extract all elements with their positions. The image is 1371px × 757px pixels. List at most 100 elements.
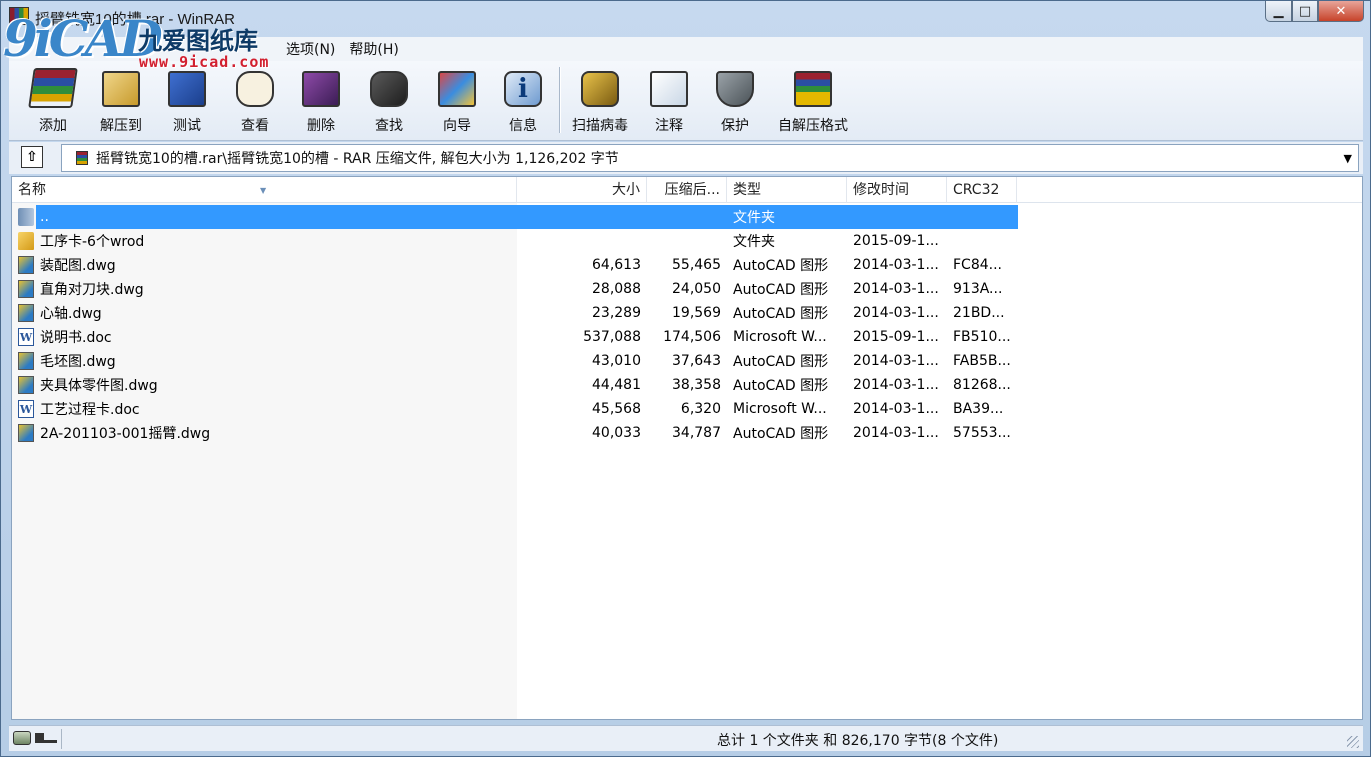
dwg-file-icon: [18, 424, 34, 442]
protect-button[interactable]: 保护: [707, 65, 763, 137]
file-size: 44,481: [592, 377, 641, 393]
file-crc: FC84...: [953, 257, 1002, 273]
file-packed: 24,050: [672, 281, 721, 297]
file-type: AutoCAD 图形: [733, 426, 829, 442]
add-button[interactable]: 添加: [23, 65, 83, 137]
table-row[interactable]: W 工艺过程卡.doc 45,568 6,320 Microsoft W... …: [12, 397, 1362, 421]
comment-button[interactable]: 注释: [641, 65, 697, 137]
delete-button[interactable]: 删除: [293, 65, 349, 137]
find-label: 查找: [375, 118, 403, 134]
view-button[interactable]: 查看: [227, 65, 283, 137]
file-modified: 2014-03-1...: [853, 353, 939, 369]
file-type: AutoCAD 图形: [733, 378, 829, 394]
status-summary: 总计 1 个文件夹 和 826,170 字节(8 个文件): [717, 733, 999, 749]
file-type: AutoCAD 图形: [733, 306, 829, 322]
file-name: 直角对刀块.dwg: [40, 282, 144, 298]
chevron-down-icon[interactable]: ▼: [1344, 152, 1352, 165]
table-row[interactable]: W 说明书.doc 537,088 174,506 Microsoft W...…: [12, 325, 1362, 349]
comment-label: 注释: [655, 118, 683, 134]
test-button[interactable]: 测试: [159, 65, 215, 137]
file-name: 工艺过程卡.doc: [40, 402, 140, 418]
file-modified: 2014-03-1...: [853, 281, 939, 297]
close-icon: ✕: [1335, 3, 1347, 19]
wizard-label: 向导: [443, 118, 471, 134]
virus-scan-icon: [575, 65, 625, 111]
file-crc: 913A...: [953, 281, 1003, 297]
table-row[interactable]: 夹具体零件图.dwg 44,481 38,358 AutoCAD 图形 2014…: [12, 373, 1362, 397]
file-name-cell: 毛坯图.dwg: [12, 351, 517, 371]
file-modified: 2014-03-1...: [853, 425, 939, 441]
file-modified: 2014-03-1...: [853, 377, 939, 393]
file-modified: 2014-03-1...: [853, 257, 939, 273]
dwg-file-icon: [18, 256, 34, 274]
sfx-label: 自解压格式: [778, 118, 848, 134]
delete-icon: [296, 65, 346, 111]
table-row[interactable]: 直角对刀块.dwg 28,088 24,050 AutoCAD 图形 2014-…: [12, 277, 1362, 301]
binoculars-icon: [364, 65, 414, 111]
sfx-button[interactable]: 自解压格式: [773, 65, 853, 137]
up-arrow-icon: ⇧: [26, 149, 38, 165]
table-row[interactable]: 工序卡-6个wrod 文件夹 2015-09-1...: [12, 229, 1362, 253]
info-button[interactable]: i 信息: [495, 65, 551, 137]
info-label: 信息: [509, 118, 537, 134]
file-name: 装配图.dwg: [40, 258, 116, 274]
comment-icon: [644, 65, 694, 111]
winrar-window: 摇臂铣宽10的槽.rar - WinRAR ▁ □ ✕ 9iCAD 九爱图纸库 …: [0, 0, 1371, 757]
watermark-url: www.9icad.com: [139, 53, 270, 71]
table-row[interactable]: .. 文件夹: [12, 205, 1362, 229]
word-file-icon: W: [18, 328, 34, 346]
address-field[interactable]: 摇臂铣宽10的槽.rar\摇臂铣宽10的槽 - RAR 压缩文件, 解包大小为 …: [61, 144, 1359, 172]
table-row[interactable]: 2A-201103-001摇臂.dwg 40,033 34,787 AutoCA…: [12, 421, 1362, 445]
file-crc: BA39...: [953, 401, 1004, 417]
resize-grip-icon[interactable]: [1347, 736, 1359, 748]
table-row[interactable]: 毛坯图.dwg 43,010 37,643 AutoCAD 图形 2014-03…: [12, 349, 1362, 373]
header-crc[interactable]: CRC32: [947, 177, 1017, 203]
up-one-level-button[interactable]: ⇧: [21, 146, 43, 168]
header-name[interactable]: 名称 ▼: [12, 177, 517, 203]
file-list[interactable]: 名称 ▼ 大小 压缩后... 类型 修改时间 CRC32 .. 文件夹 工序卡-…: [11, 176, 1363, 720]
file-packed: 19,569: [672, 305, 721, 321]
file-name-cell: W 说明书.doc: [12, 327, 517, 347]
wizard-icon: [432, 65, 482, 111]
dwg-file-icon: [18, 352, 34, 370]
table-row[interactable]: 装配图.dwg 64,613 55,465 AutoCAD 图形 2014-03…: [12, 253, 1362, 277]
watermark-mark: 9iCAD: [3, 9, 163, 68]
header-packed[interactable]: 压缩后...: [647, 177, 727, 203]
maximize-icon: □: [1298, 3, 1312, 19]
file-name-cell: 装配图.dwg: [12, 255, 517, 275]
scan-virus-button[interactable]: 扫描病毒: [567, 65, 633, 137]
header-size[interactable]: 大小: [517, 177, 647, 203]
file-type: AutoCAD 图形: [733, 258, 829, 274]
shield-icon: [710, 65, 760, 111]
file-crc: FB510...: [953, 329, 1011, 345]
info-icon: i: [498, 65, 548, 111]
header-type[interactable]: 类型: [727, 177, 847, 203]
file-size: 40,033: [592, 425, 641, 441]
rar-archive-icon: [76, 151, 88, 165]
status-icons: [13, 731, 57, 745]
menu-help[interactable]: 帮助(H): [342, 39, 405, 59]
test-label: 测试: [173, 118, 201, 134]
file-size: 537,088: [583, 329, 641, 345]
up-folder-icon: [18, 208, 34, 226]
table-row[interactable]: 心轴.dwg 23,289 19,569 AutoCAD 图形 2014-03-…: [12, 301, 1362, 325]
wizard-button[interactable]: 向导: [429, 65, 485, 137]
add-label: 添加: [39, 118, 67, 134]
file-name: 心轴.dwg: [40, 306, 102, 322]
delete-label: 删除: [307, 118, 335, 134]
drive-icon[interactable]: [13, 731, 31, 745]
extract-button[interactable]: 解压到: [91, 65, 151, 137]
sort-caret-icon: ▼: [260, 186, 267, 195]
header-modified[interactable]: 修改时间: [847, 177, 947, 203]
file-name-cell: 直角对刀块.dwg: [12, 279, 517, 299]
key-icon[interactable]: [35, 733, 57, 743]
maximize-button[interactable]: □: [1292, 1, 1318, 22]
file-name: 毛坯图.dwg: [40, 354, 116, 370]
file-packed: 38,358: [672, 377, 721, 393]
close-button[interactable]: ✕: [1318, 1, 1364, 22]
find-button[interactable]: 查找: [361, 65, 417, 137]
file-rows: .. 文件夹 工序卡-6个wrod 文件夹 2015-09-1... 装配图.d…: [12, 205, 1362, 445]
minimize-button[interactable]: ▁: [1265, 1, 1292, 22]
file-packed: 34,787: [672, 425, 721, 441]
sfx-icon: [788, 65, 838, 111]
